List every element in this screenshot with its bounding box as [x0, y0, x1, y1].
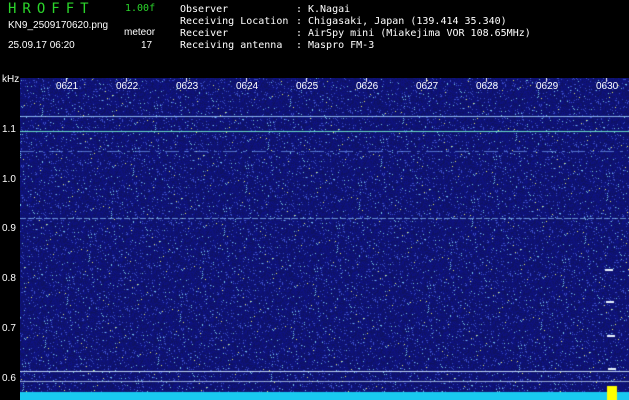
meteor-label: meteor — [124, 27, 156, 38]
location-key: Receiving Location — [180, 16, 289, 27]
location-value: Chigasaki, Japan (139.414 35.340) — [308, 16, 507, 27]
y-tick-label: 1.0 — [2, 174, 16, 185]
observer-value: K.Nagai — [308, 4, 351, 15]
observer-key: Observer — [180, 4, 229, 15]
y-tick-label: 0.7 — [2, 323, 16, 334]
y-tick-label: 0.8 — [2, 273, 16, 284]
y-axis-unit: kHz — [2, 74, 20, 85]
x-tick-label: 0625 — [296, 81, 319, 92]
observer-sep: : — [296, 4, 303, 15]
y-tick-label: 0.9 — [2, 223, 16, 234]
receiver-key: Receiver — [180, 28, 229, 39]
y-tick-label: 1.1 — [2, 124, 16, 135]
x-tick-label: 0630 — [596, 81, 619, 92]
antenna-key: Receiving antenna — [180, 40, 283, 51]
antenna-sep: : — [296, 40, 303, 51]
x-tick-label: 0628 — [476, 81, 499, 92]
app-title: HROFFT — [8, 1, 95, 17]
antenna-value: Maspro FM-3 — [308, 40, 375, 51]
x-tick-label: 0629 — [536, 81, 559, 92]
x-tick-label: 0623 — [176, 81, 199, 92]
x-tick-label: 0621 — [56, 81, 79, 92]
header-panel: HROFFT 1.00f KN9_2509170620.png meteor 2… — [0, 0, 629, 74]
location-sep: : — [296, 16, 303, 27]
x-tick-label: 0626 — [356, 81, 379, 92]
datetime-label: 25.09.17 06:20 — [8, 40, 75, 51]
x-tick-label: 0627 — [416, 81, 439, 92]
x-tick-label: 0622 — [116, 81, 139, 92]
meteor-count: 17 — [141, 40, 153, 51]
filename-label: KN9_2509170620.png — [8, 20, 109, 31]
spectrogram-canvas — [20, 78, 629, 400]
y-tick-label: 0.6 — [2, 373, 16, 384]
x-tick-label: 0624 — [236, 81, 259, 92]
receiver-sep: : — [296, 28, 303, 39]
version-label: 1.00f — [125, 3, 156, 14]
receiver-value: AirSpy mini (Miakejima VOR 108.65MHz) — [308, 28, 531, 39]
